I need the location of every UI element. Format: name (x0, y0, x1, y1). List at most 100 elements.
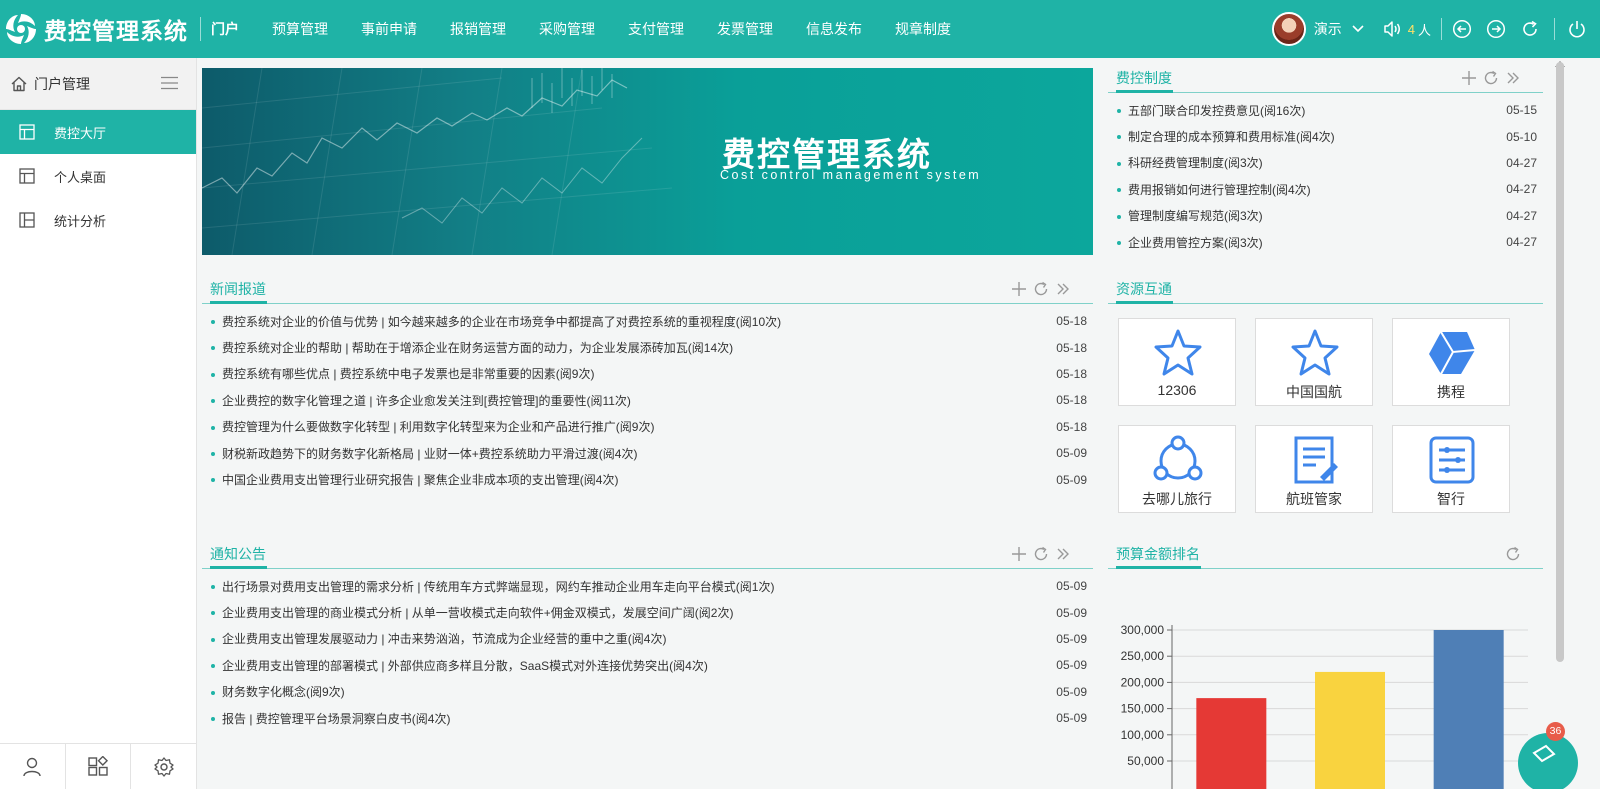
news-title[interactable]: 费控系统对企业的帮助 | 帮助在于增添企业在财务运营方面的动力，为企业发展添砖加… (222, 339, 1033, 356)
news-title[interactable]: 费控系统有哪些优点 | 费控系统中电子发票也是非常重要的因素(阅9次) (222, 365, 1033, 382)
notice-title[interactable]: 企业费用支出管理发展驱动力 | 冲击来势汹汹，节流成为企业经营的重中之重(阅4次… (222, 630, 1033, 647)
policy-title[interactable]: 制定合理的成本预算和费用标准(阅4次) (1128, 128, 1483, 145)
resource-tile-ctrip[interactable]: 携程 (1392, 318, 1510, 406)
policy-title[interactable]: 费用报销如何进行管理控制(阅4次) (1128, 181, 1483, 198)
arrow-right-circle-icon[interactable] (1486, 19, 1506, 39)
layout-icon (19, 212, 35, 228)
settings-button[interactable] (131, 744, 196, 789)
nav-payment[interactable]: 支付管理 (628, 0, 684, 58)
nav-budget[interactable]: 预算管理 (272, 0, 328, 58)
list-item[interactable]: 中国企业费用支出管理行业研究报告 | 聚焦企业非成本项的支出管理(阅4次) 05-… (202, 466, 1093, 492)
list-item[interactable]: 财税新政趋势下的财务数字化新格局 | 业财一体+费控系统助力平滑过渡(阅4次) 0… (202, 440, 1093, 466)
panel-title[interactable]: 资源互通 (1116, 278, 1173, 304)
list-item[interactable]: 科研经费管理制度(阅3次) 04-27 (1108, 150, 1543, 176)
notice-date: 05-09 (1056, 631, 1087, 646)
policy-title[interactable]: 五部门联合印发控费意见(阅16次) (1128, 102, 1483, 119)
list-item[interactable]: 制定合理的成本预算和费用标准(阅4次) 05-10 (1108, 123, 1543, 149)
notice-title[interactable]: 财务数字化概念(阅9次) (222, 683, 1033, 700)
notice-title[interactable]: 企业费用支出管理的部署模式 | 外部供应商多样且分散，SaaS模式对外连接优势突… (222, 657, 1033, 674)
panel-header: 新闻报道 (202, 278, 1093, 304)
sidebar-item-cost-hall[interactable]: 费控大厅 (0, 110, 196, 154)
notice-title[interactable]: 出行场景对费用支出管理的需求分析 | 传统用车方式弊端显现，网约车推动企业用车走… (222, 578, 1033, 595)
resource-tile-12306[interactable]: 12306 (1118, 318, 1236, 406)
y-tick-label: 100,000 (1121, 728, 1165, 742)
list-item[interactable]: 企业费控的数字化管理之道 | 许多企业愈发关注到[费控管理]的重要性(阅11次)… (202, 387, 1093, 413)
news-title[interactable]: 费控管理为什么要做数字化转型 | 利用数字化转型来为企业和产品进行推广(阅9次) (222, 418, 1033, 435)
double-chevron-right-icon[interactable] (1055, 281, 1071, 297)
scrollbar[interactable] (1556, 62, 1564, 662)
news-date: 05-18 (1056, 314, 1087, 329)
nav-portal[interactable]: 门户 (211, 0, 239, 58)
sidebar-item-personal-desktop[interactable]: 个人桌面 (0, 154, 196, 198)
double-chevron-right-icon[interactable] (1505, 70, 1521, 86)
notice-date: 05-09 (1056, 658, 1087, 673)
notice-title[interactable]: 报告 | 费控管理平台场景洞察白皮书(阅4次) (222, 710, 1033, 727)
chevron-down-icon[interactable] (1352, 25, 1364, 33)
notification-badge[interactable]: 36 (1546, 722, 1565, 741)
list-item[interactable]: 财务数字化概念(阅9次) 05-09 (202, 679, 1093, 705)
list-item[interactable]: 企业费用支出管理发展驱动力 | 冲击来势汹汹，节流成为企业经营的重中之重(阅4次… (202, 626, 1093, 652)
policy-title[interactable]: 企业费用管控方案(阅3次) (1128, 234, 1483, 251)
panel-title[interactable]: 新闻报道 (210, 278, 267, 304)
news-title[interactable]: 中国企业费用支出管理行业研究报告 | 聚焦企业非成本项的支出管理(阅4次) (222, 471, 1033, 488)
news-title[interactable]: 费控系统对企业的价值与优势 | 如今越来越多的企业在市场竞争中都提高了对费控系统… (222, 313, 1033, 330)
panel-tools (1005, 281, 1071, 297)
chat-float-button[interactable] (1518, 733, 1578, 789)
plus-icon[interactable] (1011, 281, 1027, 297)
apps-button[interactable] (66, 744, 132, 789)
nav-invoice[interactable]: 发票管理 (717, 0, 773, 58)
panel-header: 资源互通 (1108, 278, 1543, 304)
double-chevron-right-icon[interactable] (1055, 546, 1071, 562)
list-item[interactable]: 费用报销如何进行管理控制(阅4次) 04-27 (1108, 176, 1543, 202)
list-item[interactable]: 费控系统对企业的价值与优势 | 如今越来越多的企业在市场竞争中都提高了对费控系统… (202, 308, 1093, 334)
document-icon (1294, 436, 1338, 484)
sidebar-item-label: 费控大厅 (54, 125, 107, 141)
refresh-icon[interactable] (1033, 281, 1049, 297)
resource-tile-qunar[interactable]: 去哪儿旅行 (1118, 425, 1236, 513)
refresh-icon[interactable] (1033, 546, 1049, 562)
plus-icon[interactable] (1011, 546, 1027, 562)
nav-publish[interactable]: 信息发布 (806, 0, 862, 58)
policy-title[interactable]: 管理制度编写规范(阅3次) (1128, 207, 1483, 224)
speaker-icon[interactable] (1382, 19, 1402, 39)
list-item[interactable]: 五部门联合印发控费意见(阅16次) 05-15 (1108, 97, 1543, 123)
resource-tile-air-china[interactable]: 中国国航 (1255, 318, 1373, 406)
user-name[interactable]: 演示 (1314, 19, 1342, 39)
news-title[interactable]: 财税新政趋势下的财务数字化新格局 | 业财一体+费控系统助力平滑过渡(阅4次) (222, 445, 1033, 462)
news-title[interactable]: 企业费控的数字化管理之道 | 许多企业愈发关注到[费控管理]的重要性(阅11次) (222, 392, 1033, 409)
list-item[interactable]: 报告 | 费控管理平台场景洞察白皮书(阅4次) 05-09 (202, 705, 1093, 731)
menu-toggle-icon[interactable] (161, 76, 178, 90)
policy-title[interactable]: 科研经费管理制度(阅3次) (1128, 154, 1483, 171)
list-item[interactable]: 费控系统有哪些优点 | 费控系统中电子发票也是非常重要的因素(阅9次) 05-18 (202, 361, 1093, 387)
nav-regulations[interactable]: 规章制度 (895, 0, 951, 58)
resource-tile-flight-manager[interactable]: 航班管家 (1255, 425, 1373, 513)
notice-title[interactable]: 企业费用支出管理的商业模式分析 | 从单一营收模式走向软件+佣金双模式，发展空间… (222, 604, 1033, 621)
refresh-icon[interactable] (1505, 546, 1521, 562)
profile-button[interactable] (0, 744, 66, 789)
list-item[interactable]: 出行场景对费用支出管理的需求分析 | 传统用车方式弊端显现，网约车推动企业用车走… (202, 573, 1093, 599)
panel-title[interactable]: 预算金额排名 (1116, 543, 1201, 569)
panel-title[interactable]: 通知公告 (210, 543, 267, 569)
nav-pre-application[interactable]: 事前申请 (361, 0, 417, 58)
refresh-icon[interactable] (1483, 70, 1499, 86)
nav-procurement[interactable]: 采购管理 (539, 0, 595, 58)
list-item[interactable]: 管理制度编写规范(阅3次) 04-27 (1108, 203, 1543, 229)
list-item[interactable]: 企业费用管控方案(阅3次) 04-27 (1108, 229, 1543, 255)
top-right-area: 演示 4 人 (1271, 0, 1600, 58)
refresh-icon[interactable] (1520, 19, 1540, 39)
power-icon[interactable] (1567, 19, 1587, 39)
arrow-left-circle-icon[interactable] (1452, 19, 1472, 39)
user-icon (23, 757, 42, 776)
avatar[interactable] (1271, 12, 1306, 46)
sidebar-item-statistics[interactable]: 统计分析 (0, 198, 196, 242)
list-item[interactable]: 费控管理为什么要做数字化转型 | 利用数字化转型来为企业和产品进行推广(阅9次)… (202, 414, 1093, 440)
nav-reimbursement[interactable]: 报销管理 (450, 0, 506, 58)
resource-tile-zhixing[interactable]: 智行 (1392, 425, 1510, 513)
plus-icon[interactable] (1461, 70, 1477, 86)
list-item[interactable]: 费控系统对企业的帮助 | 帮助在于增添企业在财务运营方面的动力，为企业发展添砖加… (202, 334, 1093, 360)
panel-title[interactable]: 费控制度 (1116, 67, 1173, 93)
resource-label: 去哪儿旅行 (1142, 491, 1212, 507)
list-item[interactable]: 企业费用支出管理的部署模式 | 外部供应商多样且分散，SaaS模式对外连接优势突… (202, 652, 1093, 678)
app-logo[interactable]: 费控管理系统 (4, 10, 188, 48)
list-item[interactable]: 企业费用支出管理的商业模式分析 | 从单一营收模式走向软件+佣金双模式，发展空间… (202, 599, 1093, 625)
